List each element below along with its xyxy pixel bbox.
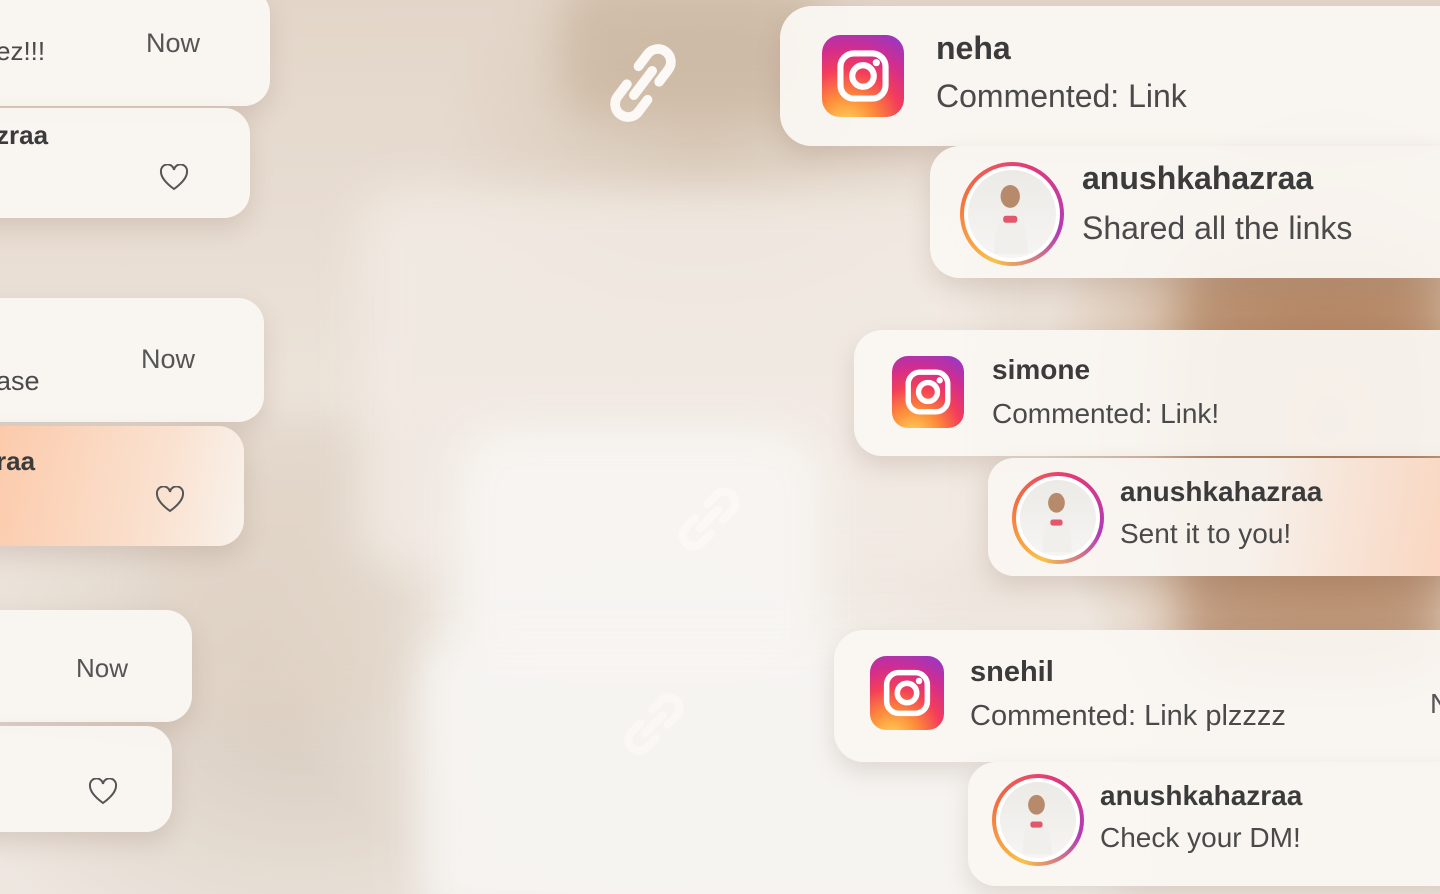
notification-card[interactable]: ez!!! Now xyxy=(0,0,270,106)
reply-card[interactable]: anushkahazraa Sent it to you! xyxy=(988,458,1440,576)
reply-card[interactable]: anushkahazraa Shared all the links xyxy=(930,146,1440,278)
chain-link-icon xyxy=(594,34,691,131)
notification-username: neha xyxy=(936,30,1011,66)
notification-message: Commented: Link! xyxy=(992,398,1220,429)
notification-time: Now xyxy=(146,28,201,58)
heart-icon[interactable] xyxy=(88,777,118,806)
profile-avatar xyxy=(960,162,1064,266)
reply-card[interactable]: zraa xyxy=(0,108,250,218)
reply-username: raa xyxy=(0,446,36,476)
reply-message: Check your DM! xyxy=(1100,822,1301,853)
reply-username: anushkahazraa xyxy=(1082,160,1314,196)
profile-avatar xyxy=(992,774,1084,866)
instagram-icon xyxy=(870,656,944,730)
notification-card[interactable]: ase Now xyxy=(0,298,264,422)
reply-message: Sent it to you! xyxy=(1120,518,1292,549)
notification-message: ez!!! xyxy=(0,36,46,66)
notification-time: N xyxy=(1430,688,1440,720)
notification-card[interactable]: snehil Commented: Link plzzzz N xyxy=(834,630,1440,762)
reply-username: zraa xyxy=(0,120,49,150)
reply-username: anushkahazraa xyxy=(1100,780,1303,811)
notification-username: simone xyxy=(992,354,1091,385)
reply-message: Shared all the links xyxy=(1082,210,1353,246)
heart-icon[interactable] xyxy=(159,163,189,192)
notification-time: Now xyxy=(76,653,129,683)
notification-message: Commented: Link plzzzz xyxy=(970,700,1286,732)
notification-username: snehil xyxy=(970,656,1054,688)
reply-card[interactable]: raa xyxy=(0,426,244,546)
chain-link-icon xyxy=(618,688,690,760)
notification-card[interactable]: neha Commented: Link xyxy=(780,6,1440,146)
instagram-icon xyxy=(892,356,964,428)
heart-icon[interactable] xyxy=(155,485,185,514)
reply-username: anushkahazraa xyxy=(1120,476,1323,507)
notification-card[interactable]: Now xyxy=(0,610,192,722)
reply-card[interactable]: anushkahazraa Check your DM! xyxy=(968,762,1440,886)
notification-message: ase xyxy=(0,366,40,396)
notification-time: Now xyxy=(141,344,196,374)
notification-message: Commented: Link xyxy=(936,78,1187,114)
profile-avatar xyxy=(1012,472,1104,564)
chain-link-icon xyxy=(672,482,746,556)
instagram-icon xyxy=(822,35,904,117)
reply-card[interactable] xyxy=(0,726,172,832)
notification-card[interactable]: simone Commented: Link! xyxy=(854,330,1440,456)
